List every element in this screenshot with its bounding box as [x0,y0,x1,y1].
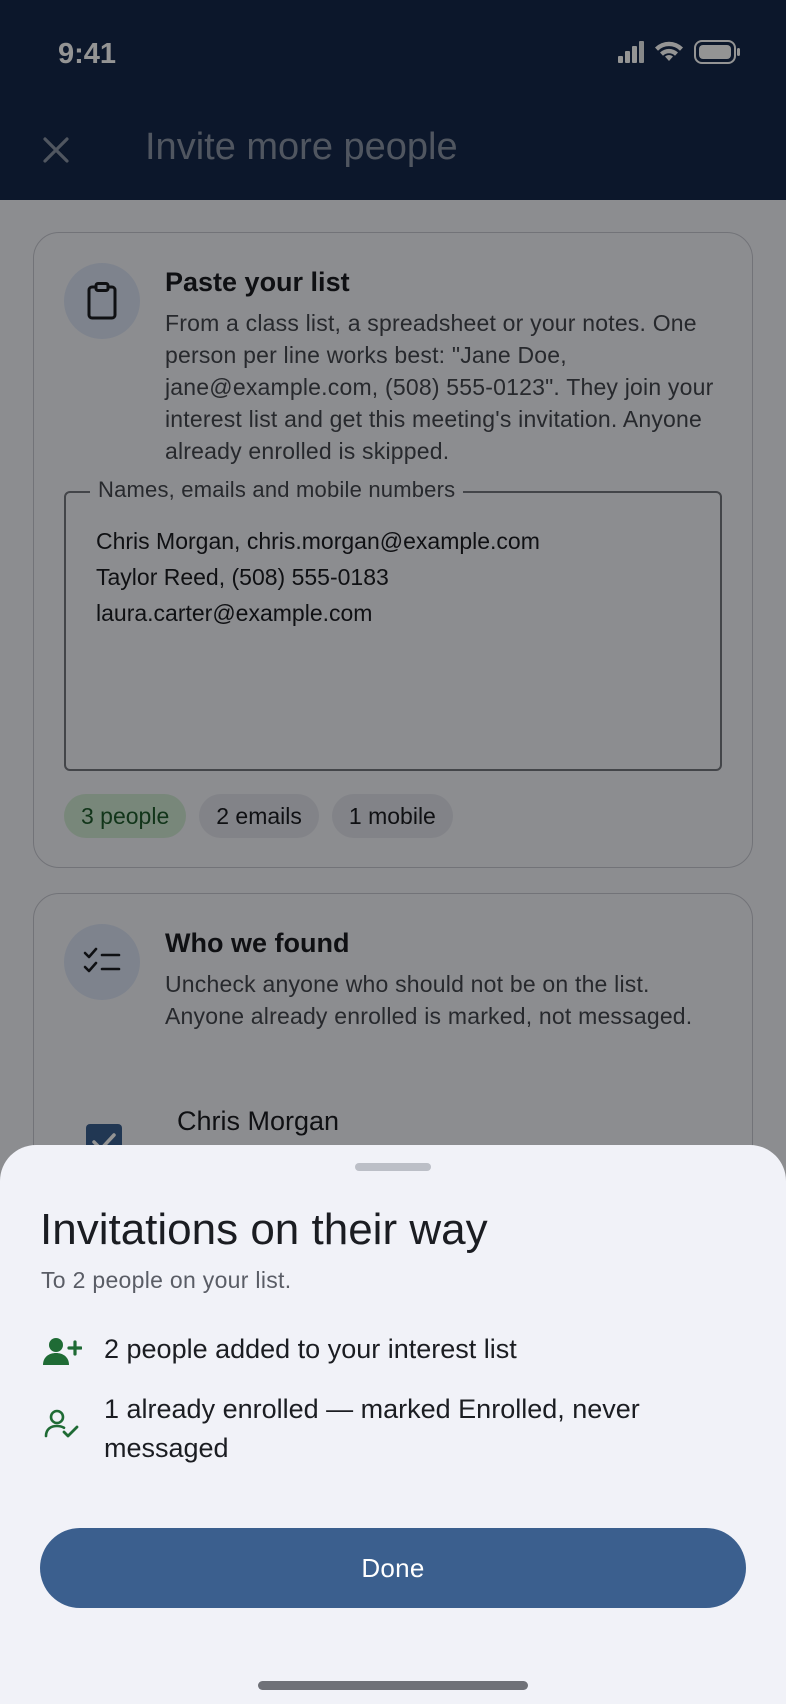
done-button[interactable]: Done [40,1528,746,1608]
result-item-text: 1 already enrolled — marked Enrolled, ne… [104,1394,640,1463]
sheet-title: Invitations on their way [40,1205,488,1254]
result-item-added: 2 people added to your interest list [40,1330,724,1374]
person-add-icon [40,1330,84,1374]
person-check-icon [40,1402,84,1446]
home-indicator [258,1681,528,1690]
result-item-text: 2 people added to your interest list [104,1334,517,1364]
drag-handle[interactable] [355,1163,431,1171]
sheet-subtitle: To 2 people on your list. [41,1267,292,1293]
bottom-sheet: Invitations on their way To 2 people on … [0,1145,786,1704]
result-item-enrolled: 1 already enrolled — marked Enrolled, ne… [40,1390,724,1468]
